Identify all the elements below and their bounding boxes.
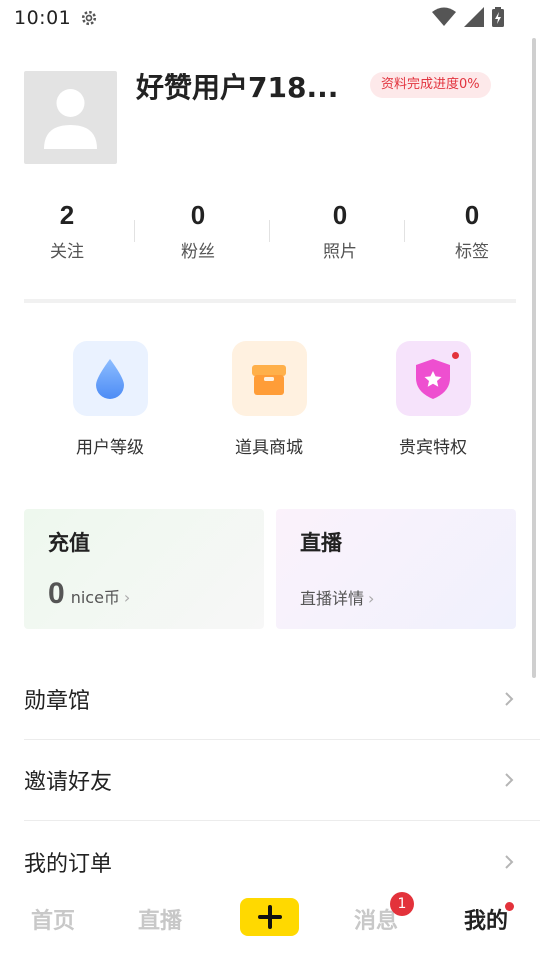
chevron-right-icon [505, 773, 514, 787]
create-post-button[interactable] [240, 898, 299, 936]
battery-charging-icon [492, 7, 504, 27]
feature-icon-box [72, 341, 148, 416]
stat-divider [404, 220, 405, 242]
feature-label: 贵宾特权 [399, 438, 467, 458]
messages-badge: 1 [390, 892, 414, 916]
feature-icon-box [231, 341, 307, 416]
stat-label: 标签 [455, 242, 489, 262]
stat-value: 2 [59, 200, 75, 230]
profile-progress-badge[interactable]: 资料完成进度0% [370, 72, 491, 98]
stat-value: 0 [332, 200, 348, 230]
vip-shield-icon [416, 358, 450, 399]
stat-following[interactable]: 2 关注 [17, 200, 117, 262]
stat-label: 粉丝 [181, 242, 215, 262]
stat-photos[interactable]: 0 照片 [290, 200, 390, 262]
nav-tab-me[interactable]: 我的 [464, 903, 508, 935]
menu-label: 邀请好友 [24, 770, 113, 795]
live-details-link: 直播详情 [300, 589, 365, 608]
shop-box-icon [252, 364, 286, 395]
feature-item-shop[interactable]: 道具商城 [199, 341, 339, 458]
chevron-right-icon: › [368, 589, 375, 608]
stat-label: 关注 [50, 242, 84, 262]
feature-icon-box [395, 341, 471, 416]
stat-label: 照片 [323, 242, 357, 262]
menu-label: 勋章馆 [24, 689, 91, 714]
stat-divider [134, 220, 135, 242]
plus-icon [257, 905, 282, 929]
card-title: 充值 [48, 531, 90, 555]
chevron-right-icon: › [123, 588, 131, 607]
stats-row: 2 关注 0 粉丝 0 照片 0 标签 [0, 200, 540, 270]
menu-item-invite-friends[interactable]: 邀请好友 [24, 740, 540, 821]
balance-unit: nice币 [70, 588, 120, 607]
feature-label: 道具商城 [235, 438, 303, 458]
avatar[interactable] [24, 71, 117, 164]
section-divider [24, 299, 516, 303]
status-time: 10:01 [14, 7, 72, 29]
stat-followers[interactable]: 0 粉丝 [148, 200, 248, 262]
live-card[interactable]: 直播 直播详情 › [276, 509, 516, 629]
card-title: 直播 [300, 531, 342, 555]
stat-value: 0 [464, 200, 480, 230]
menu-label: 我的订单 [24, 851, 113, 877]
stat-value: 0 [190, 200, 206, 230]
balance-row: 0 nice币 › [48, 577, 240, 611]
notification-dot [451, 352, 459, 359]
wifi-icon [432, 7, 456, 26]
menu-item-medals[interactable]: 勋章馆 [24, 659, 540, 740]
default-user-icon [44, 89, 97, 149]
status-bar: 10:01 [0, 0, 540, 36]
balance-amount: 0 [48, 577, 65, 610]
settings-gear-icon [82, 10, 97, 26]
scrollbar[interactable] [532, 38, 536, 678]
stat-divider [269, 220, 270, 242]
feature-label: 用户等级 [76, 438, 144, 458]
notification-dot [505, 902, 514, 911]
nav-tab-live[interactable]: 直播 [138, 903, 182, 935]
live-details-row: 直播详情 › [300, 585, 492, 609]
water-drop-icon [96, 358, 124, 399]
cellular-signal-icon [464, 7, 484, 27]
feature-vip-privilege[interactable]: 贵宾特权 [363, 341, 503, 458]
feature-user-level[interactable]: 用户等级 [40, 341, 180, 458]
bottom-nav: 首页 直播 消息 1 我的 [0, 888, 540, 948]
username[interactable]: 好赞用户718... [136, 66, 338, 106]
stat-tags[interactable]: 0 标签 [422, 200, 522, 262]
chevron-right-icon [505, 854, 514, 869]
nav-tab-home[interactable]: 首页 [31, 903, 75, 935]
status-icons [432, 7, 504, 27]
chevron-right-icon [505, 692, 514, 706]
recharge-card[interactable]: 充值 0 nice币 › [24, 509, 264, 629]
